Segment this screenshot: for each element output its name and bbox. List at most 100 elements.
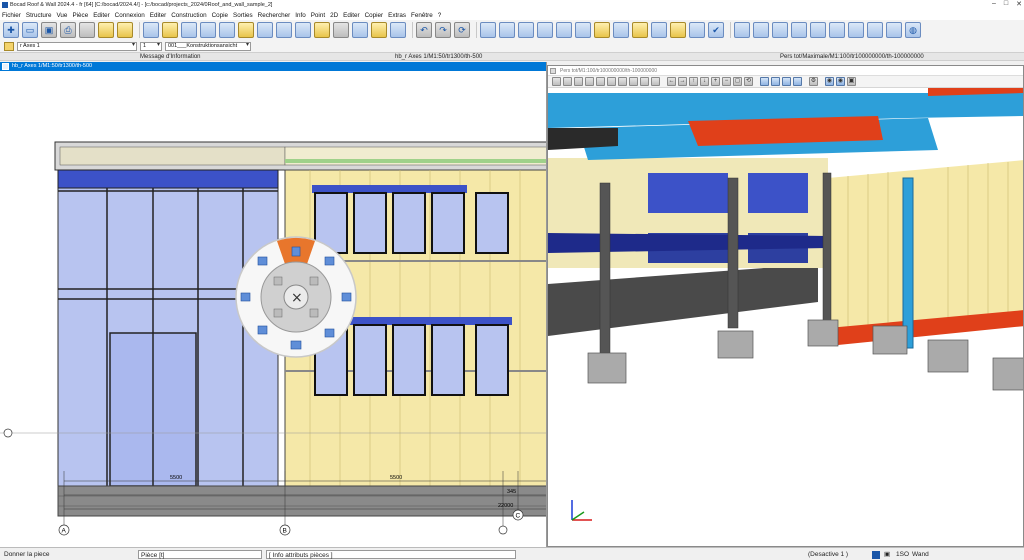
paste-icon[interactable] <box>117 22 133 38</box>
node-icon[interactable] <box>240 292 251 302</box>
side-wall[interactable] <box>828 160 1024 338</box>
connection-icon[interactable] <box>518 22 534 38</box>
report-icon[interactable] <box>848 22 864 38</box>
menu-item-8[interactable]: Copie <box>212 12 228 19</box>
menu-item-2[interactable]: Vue <box>56 12 67 19</box>
menu-item-17[interactable]: Fenêtre <box>411 12 433 19</box>
close-button[interactable]: ✕ <box>1016 0 1022 10</box>
menu-item-12[interactable]: Point <box>311 12 325 19</box>
redo-icon[interactable]: ↷ <box>435 22 451 38</box>
inner-tool-icon[interactable] <box>273 276 283 286</box>
axis-bubble-minor[interactable] <box>498 525 508 535</box>
layer-icon[interactable] <box>390 22 406 38</box>
menu-item-5[interactable]: Connexion <box>115 12 145 19</box>
export-icon[interactable] <box>734 22 750 38</box>
render-icon[interactable] <box>771 77 780 86</box>
roof-fascia-left[interactable] <box>59 146 286 166</box>
import-icon[interactable] <box>753 22 769 38</box>
new-file-icon[interactable]: ✚ <box>3 22 19 38</box>
inner-tool-icon[interactable] <box>309 308 319 318</box>
status-mode[interactable]: Pièce [t] <box>138 550 262 559</box>
render-icon[interactable] <box>793 77 802 86</box>
box-icon[interactable] <box>618 77 627 86</box>
box-icon[interactable] <box>563 77 572 86</box>
weld-icon[interactable] <box>341 292 352 302</box>
arrow-down-icon[interactable]: ↓ <box>700 77 709 86</box>
maximize-button[interactable]: □ <box>1004 0 1008 10</box>
object-icon[interactable] <box>143 22 159 38</box>
menu-item-3[interactable]: Pièce <box>72 12 88 19</box>
close-icon[interactable]: × <box>291 290 303 306</box>
dxf-icon[interactable] <box>886 22 902 38</box>
select-icon[interactable] <box>371 22 387 38</box>
upper-windows[interactable] <box>312 185 509 254</box>
arrow-up-icon[interactable]: ↑ <box>689 77 698 86</box>
menu-item-4[interactable]: Editer <box>93 12 109 19</box>
menu-item-10[interactable]: Rechercher <box>258 12 291 19</box>
eye-icon[interactable]: ◉ <box>825 77 834 86</box>
curve-icon[interactable] <box>200 22 216 38</box>
box-icon[interactable] <box>596 77 605 86</box>
insert-icon[interactable] <box>352 22 368 38</box>
menu-item-7[interactable]: Construction <box>171 12 206 19</box>
zoom-in-icon[interactable]: + <box>711 77 720 86</box>
select-icon[interactable] <box>552 77 561 86</box>
plinth[interactable] <box>57 485 547 517</box>
box-icon[interactable] <box>585 77 594 86</box>
elevation-view-tab[interactable]: hb_r Axes 1/M1:50/tr1300/th-500 <box>0 62 546 71</box>
settings-icon[interactable]: ⚙ <box>809 77 818 86</box>
perspective-view-tab[interactable]: Pers tot/M1:100/tr100000000/th-100000000 <box>548 66 1023 76</box>
menu-item-18[interactable]: ? <box>438 12 442 19</box>
right-view-header[interactable]: Pers tot/Maximale/M1:100/tr100000000/th-… <box>780 53 924 62</box>
frame-icon[interactable] <box>295 22 311 38</box>
beam-icon[interactable] <box>276 22 292 38</box>
box-icon[interactable] <box>640 77 649 86</box>
left-view-header[interactable]: hb_r Axes 1/M1:50/tr1300/th-500 <box>395 53 482 62</box>
print-preview-icon[interactable] <box>79 22 95 38</box>
box-icon[interactable] <box>607 77 616 86</box>
transfer-icon[interactable] <box>238 22 254 38</box>
purlin-icon[interactable] <box>594 22 610 38</box>
arrow-right-icon[interactable]: → <box>678 77 687 86</box>
column-icon[interactable] <box>556 22 572 38</box>
brace-icon[interactable] <box>575 22 591 38</box>
inner-tool-icon[interactable] <box>273 308 283 318</box>
print-icon[interactable]: ⎙ <box>60 22 76 38</box>
refresh-icon[interactable]: ⟳ <box>454 22 470 38</box>
section-icon[interactable] <box>219 22 235 38</box>
box-icon[interactable] <box>574 77 583 86</box>
level-marker[interactable] <box>3 428 13 438</box>
rotate-icon[interactable]: ⟲ <box>744 77 753 86</box>
stiffener-icon[interactable] <box>324 328 335 338</box>
node-icon[interactable] <box>162 22 178 38</box>
menu-item-9[interactable]: Sorties <box>233 12 253 19</box>
nc-icon[interactable] <box>810 22 826 38</box>
zoom-out-icon[interactable]: − <box>722 77 731 86</box>
undo-icon[interactable]: ↶ <box>416 22 432 38</box>
menu-item-0[interactable]: Fichier <box>2 12 21 19</box>
inner-tool-icon[interactable] <box>309 276 319 286</box>
save-icon[interactable]: ▣ <box>41 22 57 38</box>
measure-icon[interactable] <box>670 22 686 38</box>
eye-icon[interactable]: ◉ <box>836 77 845 86</box>
stiffener-icon[interactable] <box>537 22 553 38</box>
dimension-icon[interactable] <box>632 22 648 38</box>
step-icon[interactable] <box>829 22 845 38</box>
bolt-icon[interactable] <box>499 22 515 38</box>
cube-icon[interactable]: ▣ <box>847 77 856 86</box>
layer-select[interactable]: 001___Konstruktionsansicht <box>165 41 251 51</box>
elevation-drawing[interactable]: 5500 5500 345 22000 A B C × <box>0 71 547 547</box>
3d-model[interactable] <box>548 88 1024 547</box>
globe-icon[interactable]: ◍ <box>905 22 921 38</box>
render-icon[interactable] <box>760 77 769 86</box>
elevation-view[interactable]: hb_r Axes 1/M1:50/tr1300/th-500 5500 550… <box>0 62 547 547</box>
menu-item-1[interactable]: Structure <box>26 12 52 19</box>
menu-item-11[interactable]: Info <box>295 12 306 19</box>
member-icon[interactable] <box>314 22 330 38</box>
view-icon[interactable] <box>290 340 302 350</box>
cladding-icon[interactable] <box>613 22 629 38</box>
status-info[interactable]: [ Info attributs pièces ] <box>266 550 516 559</box>
box-icon[interactable] <box>629 77 638 86</box>
weld-icon[interactable] <box>480 22 496 38</box>
plate-icon[interactable] <box>257 325 268 335</box>
